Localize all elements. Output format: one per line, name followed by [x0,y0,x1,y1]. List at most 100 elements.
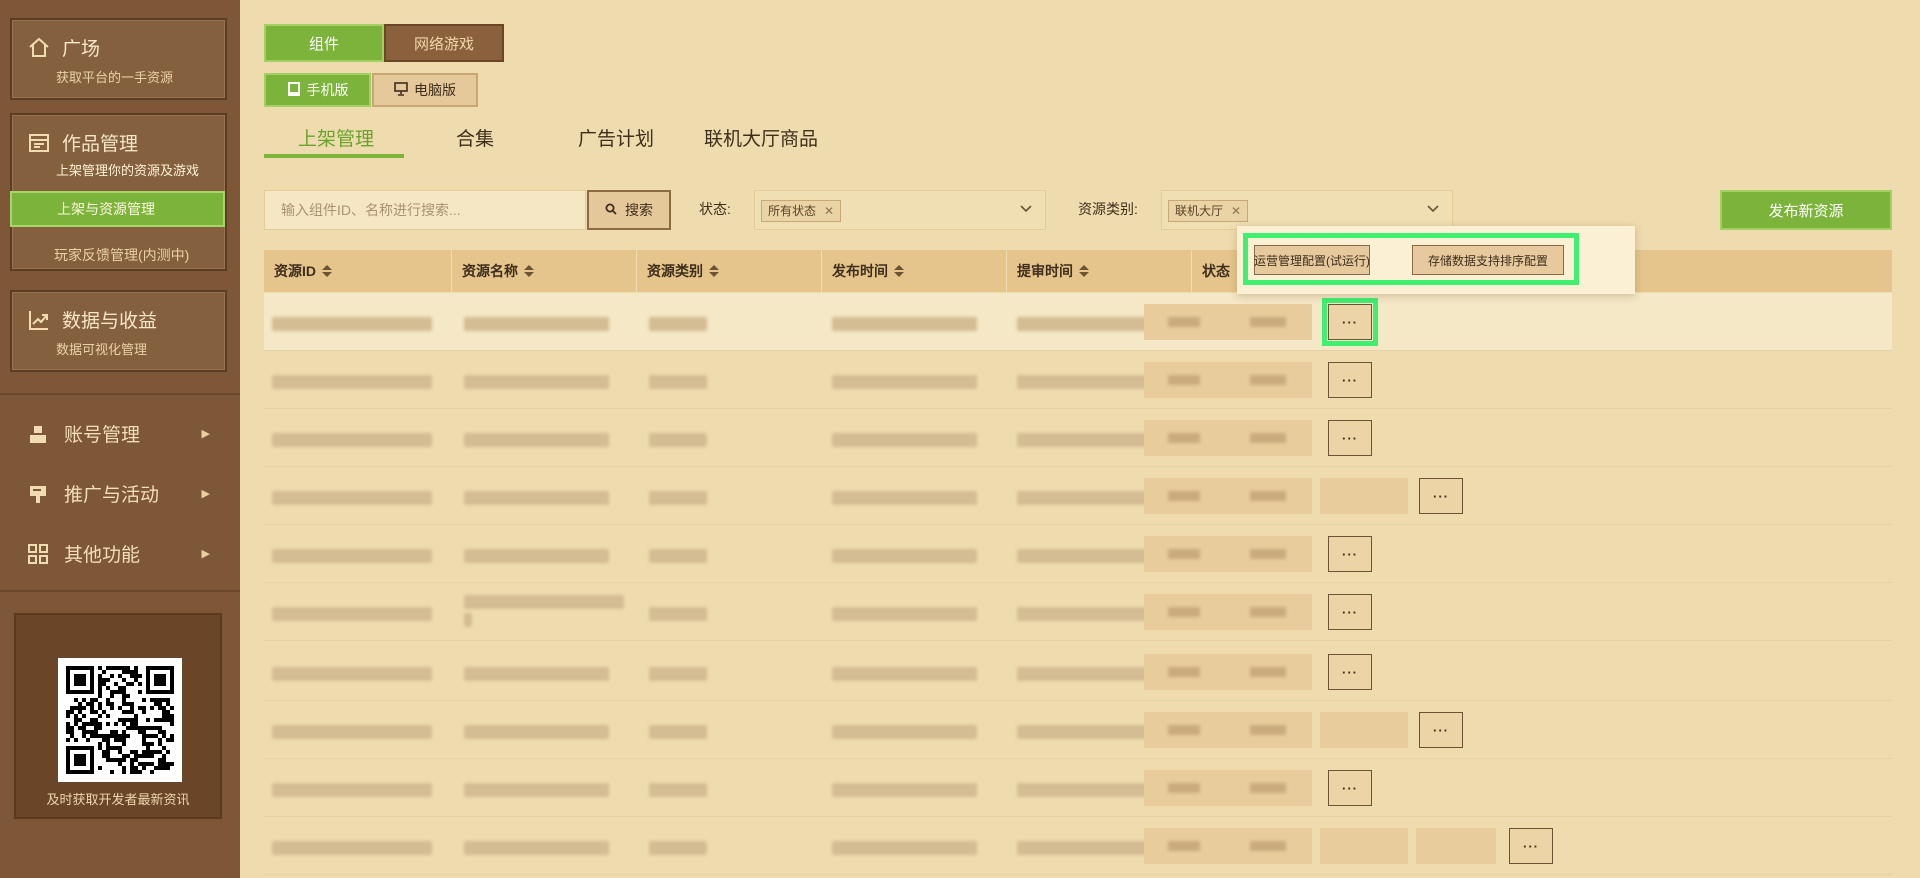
row-action-button[interactable] [1144,770,1224,806]
redacted-cell-text [272,607,432,621]
row-action-button[interactable] [1144,478,1224,514]
redacted-button-label [1250,549,1286,559]
redacted-cell-text [832,725,977,739]
row-action-button[interactable] [1224,770,1312,806]
row-action-button[interactable] [1144,420,1224,456]
redacted-cell-text [649,607,707,621]
redacted-button-label [1250,433,1286,443]
tab-online-game[interactable]: 网络游戏 [384,24,504,62]
redacted-button-label [1250,725,1286,735]
search-input[interactable]: 输入组件ID、名称进行搜索... [264,190,586,230]
redacted-button-label [1168,783,1200,793]
sidebar-item-resource-management[interactable]: 上架与资源管理 [10,191,225,227]
row-action-button[interactable] [1144,712,1224,748]
sidebar-menu-label: 账号管理 [64,425,141,446]
row-action-button[interactable] [1144,536,1224,572]
sidebar-menu-label: 其他功能 [64,545,141,566]
tab-listing-management[interactable]: 上架管理 [298,124,374,151]
column-header-resource-id[interactable]: 资源ID [264,250,452,292]
tab-ad-plan[interactable]: 广告计划 [578,124,654,151]
more-actions-button[interactable]: ··· [1419,478,1463,514]
more-actions-button[interactable]: ··· [1328,770,1372,806]
more-actions-button[interactable]: ··· [1328,654,1372,690]
status-filter-label: 状态: [699,201,731,217]
row-action-button[interactable] [1224,654,1312,690]
column-header-review-time[interactable]: 提审时间 [1007,250,1192,292]
row-action-button[interactable] [1144,304,1224,340]
column-header-resource-category[interactable]: 资源类别 [637,250,822,292]
category-select[interactable]: 联机大厅 ✕ [1161,190,1453,230]
redacted-cell-text [1017,725,1162,739]
row-action-button[interactable] [1144,828,1224,864]
desktop-icon [394,81,408,99]
more-actions-button[interactable]: ··· [1509,828,1553,864]
redacted-cell-text [272,667,432,681]
sidebar-menu-promotion[interactable]: 推广与活动 ▶ [26,480,210,507]
status-select[interactable]: 所有状态 ✕ [754,190,1046,230]
redacted-cell-text [649,841,707,855]
more-actions-button[interactable]: ··· [1328,420,1372,456]
tab-lobby-products[interactable]: 联机大厅商品 [704,124,818,151]
search-button[interactable]: 搜索 [587,190,671,230]
sidebar-item-player-feedback[interactable]: 玩家反馈管理(内测中) [54,245,189,265]
redacted-cell-text [649,725,707,739]
row-action-button[interactable] [1144,594,1224,630]
redacted-button-label [1250,491,1286,501]
tab-collection[interactable]: 合集 [456,124,494,151]
active-tab-underline [264,154,404,158]
redacted-button-label [1168,725,1200,735]
column-header-publish-time[interactable]: 发布时间 [822,250,1007,292]
redacted-cell-text [464,433,609,447]
column-header-label: 资源类别 [647,263,703,279]
chevron-right-icon: ▶ [201,488,210,500]
list-icon [26,130,52,156]
more-actions-button[interactable]: ··· [1419,712,1463,748]
tab-desktop[interactable]: 电脑版 [372,73,478,107]
tab-component[interactable]: 组件 [264,24,384,62]
account-icon [26,422,50,446]
table-row: ··· [264,409,1892,467]
column-header-resource-name[interactable]: 资源名称 [452,250,637,292]
redacted-cell-text [272,783,432,797]
sidebar-card-data[interactable]: 数据与收益 数据可视化管理 [10,290,227,372]
row-action-button[interactable] [1224,536,1312,572]
row-action-button[interactable] [1224,594,1312,630]
sidebar-card-subtitle: 数据可视化管理 [56,342,148,357]
more-actions-button[interactable]: ··· [1328,362,1372,398]
close-icon[interactable]: ✕ [1231,201,1241,221]
storage-sort-config-button[interactable]: 存储数据支持排序配置 [1412,245,1564,275]
redacted-cell-text [464,841,609,855]
redacted-cell-text [1017,783,1162,797]
table-row: ··· [264,759,1892,817]
row-action-button[interactable] [1224,304,1312,340]
sidebar-menu-other[interactable]: 其他功能 ▶ [26,540,210,567]
table-row: ··· [264,583,1892,641]
more-actions-button[interactable]: ··· [1322,298,1378,346]
row-action-button[interactable] [1320,712,1408,748]
row-action-button[interactable] [1320,828,1408,864]
publish-new-resource-button[interactable]: 发布新资源 [1720,190,1892,230]
sidebar-card-plaza[interactable]: 广场 获取平台的一手资源 [10,18,227,100]
row-action-button[interactable] [1144,362,1224,398]
redacted-cell-text [272,725,432,739]
redacted-cell-text [1017,607,1162,621]
close-icon[interactable]: ✕ [824,201,834,221]
more-actions-button[interactable]: ··· [1328,536,1372,572]
qr-code-image [58,658,182,782]
row-action-button[interactable] [1224,712,1312,748]
redacted-cell-text [272,841,432,855]
row-action-button[interactable] [1416,828,1496,864]
operation-config-button[interactable]: 运营管理配置(试运行) [1254,245,1370,275]
row-action-button[interactable] [1224,828,1312,864]
category-chip-label: 联机大厅 [1175,204,1224,218]
row-action-button[interactable] [1144,654,1224,690]
row-action-button[interactable] [1224,362,1312,398]
search-icon [605,202,617,218]
sidebar-menu-account[interactable]: 账号管理 ▶ [26,420,210,447]
column-header-label: 资源名称 [462,263,518,279]
tab-mobile[interactable]: 手机版 [264,73,371,107]
more-actions-button[interactable]: ··· [1328,594,1372,630]
row-action-button[interactable] [1224,420,1312,456]
row-action-button[interactable] [1320,478,1408,514]
row-action-button[interactable] [1224,478,1312,514]
